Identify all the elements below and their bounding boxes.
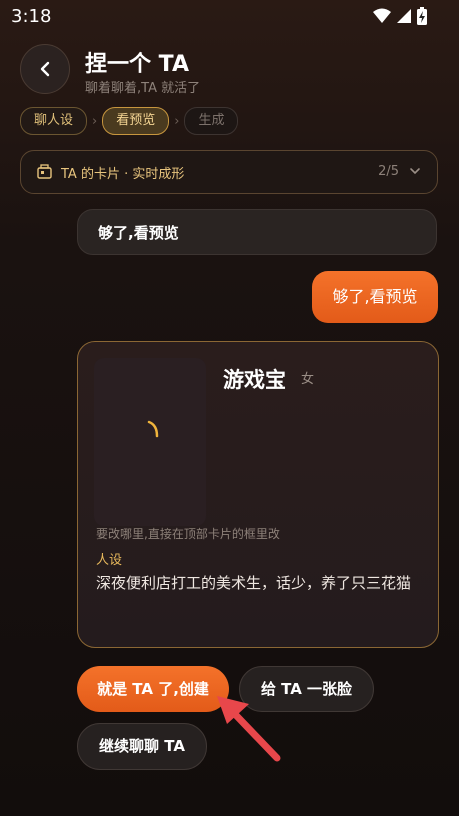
persona-text: 深夜便利店打工的美术生，话少，养了只三花猫	[96, 574, 412, 592]
step-separator-icon: ›	[174, 113, 180, 129]
header: 捏一个 TA 聊着聊着,TA 就活了	[0, 44, 459, 96]
character-gender: 女	[301, 372, 315, 387]
continue-chat-button[interactable]: 继续聊聊 TA	[77, 723, 207, 770]
step-chat-persona[interactable]: 聊人设	[20, 107, 88, 135]
chat-bubble-user: 够了,看预览	[312, 271, 438, 323]
wifi-icon	[373, 8, 391, 23]
step-indicator: 聊人设 › 看预览 › 生成	[20, 107, 239, 135]
page-title: 捏一个 TA	[85, 52, 189, 77]
loading-spinner-icon	[147, 420, 159, 438]
status-bar: 3:18	[0, 0, 459, 32]
chat-bubble-suggestion[interactable]: 够了,看预览	[77, 209, 437, 255]
character-preview-card[interactable]: 游戏宝 女 要改哪里,直接在顶部卡片的框里改 人设 深夜便利店打工的美术生，话少…	[77, 341, 439, 648]
chevron-down-icon	[410, 168, 420, 175]
battery-icon	[417, 7, 427, 25]
status-time: 3:18	[11, 6, 52, 27]
annotation-arrow-icon	[217, 696, 281, 762]
card-bar-count: 2/5	[378, 164, 399, 179]
signal-icon	[397, 9, 411, 23]
card-progress-bar[interactable]: TA 的卡片 · 实时成形 2/5	[20, 150, 438, 194]
status-icons	[373, 7, 427, 25]
back-button[interactable]	[20, 44, 70, 94]
avatar-placeholder	[94, 358, 206, 526]
step-preview[interactable]: 看预览	[102, 107, 170, 135]
card-icon	[37, 164, 52, 179]
page-subtitle: 聊着聊着,TA 就活了	[85, 81, 201, 96]
step-generate: 生成	[184, 107, 239, 135]
edit-hint: 要改哪里,直接在顶部卡片的框里改	[96, 527, 280, 541]
chevron-left-icon	[40, 61, 50, 77]
persona-label: 人设	[96, 553, 123, 568]
character-name: 游戏宝	[223, 368, 286, 392]
step-separator-icon: ›	[92, 113, 98, 129]
card-bar-label: TA 的卡片 · 实时成形	[61, 167, 185, 182]
